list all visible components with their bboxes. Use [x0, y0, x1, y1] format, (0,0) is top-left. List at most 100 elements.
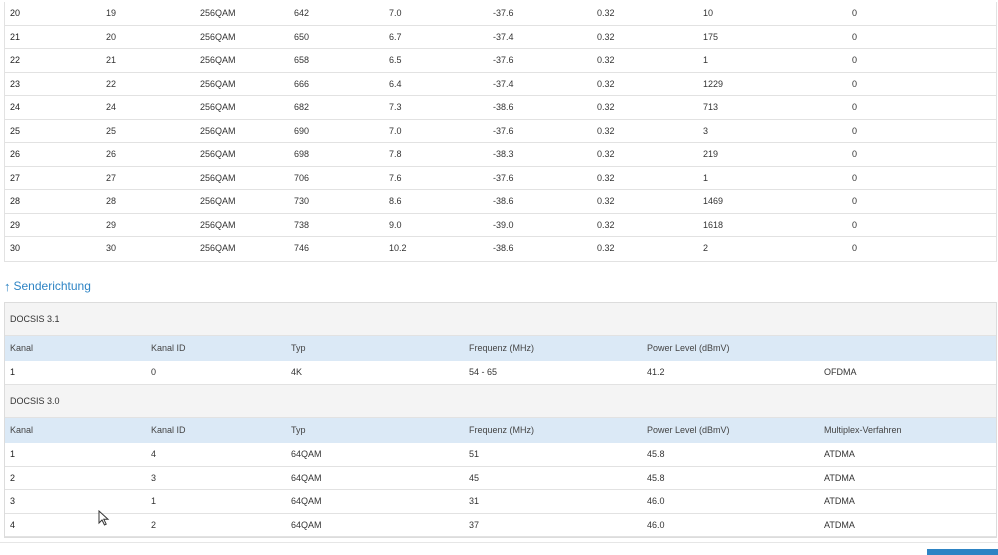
- cell-kanal-id: 22: [106, 78, 117, 89]
- cell-modulation: 256QAM: [200, 102, 236, 112]
- cell-power-level: 45.8: [647, 472, 665, 483]
- cell-rolloff: 0.32: [597, 78, 615, 89]
- cell-corrected-errors: 2: [703, 243, 709, 253]
- docsis-30-group-title: DOCSIS 3.0: [5, 385, 996, 418]
- column-header-typ: Typ: [291, 343, 306, 353]
- cell-kanal-id: 2: [151, 519, 157, 530]
- cell-frequenz: 658: [294, 55, 310, 65]
- cell-kanal: 1: [10, 449, 16, 459]
- cell-snr: 7.3: [389, 102, 402, 112]
- cell-modulation: 256QAM: [200, 78, 236, 89]
- cell-rolloff: 0.32: [597, 31, 615, 42]
- cell-uncorrected-errors: 0: [852, 125, 858, 136]
- cell-snr: 6.7: [389, 31, 402, 42]
- cell-frequenz: 706: [294, 172, 310, 183]
- cell-kanal-id: 29: [106, 219, 117, 230]
- cell-kanal: 2: [10, 472, 16, 483]
- cell-uncorrected-errors: 0: [852, 102, 858, 112]
- table-row: 27 27 256QAM 706 7.6 -37.6 0.32 1 0: [5, 167, 996, 190]
- cell-corrected-errors: 1: [703, 172, 709, 183]
- cell-multiplex: ATDMA: [824, 496, 855, 506]
- cell-kanal: 3: [10, 496, 16, 506]
- cell-rolloff: 0.32: [597, 243, 615, 253]
- arrow-up-icon: ↑: [4, 278, 11, 294]
- cell-frequenz: 51: [469, 449, 480, 459]
- cell-frequenz: 746: [294, 243, 310, 253]
- cell-multiplex: ATDMA: [824, 519, 855, 530]
- cell-kanal: 29: [10, 219, 21, 230]
- cell-frequenz: 45: [469, 472, 480, 483]
- cell-power-level: -37.4: [493, 78, 514, 89]
- cell-multiplex: ATDMA: [824, 449, 855, 459]
- cell-frequenz: 666: [294, 78, 310, 89]
- table-row: 4 2 64QAM 37 46.0 ATDMA: [5, 513, 996, 537]
- cell-kanal-id: 3: [151, 472, 157, 483]
- table-row: 28 28 256QAM 730 8.6 -38.6 0.32 1469 0: [5, 190, 996, 214]
- cell-rolloff: 0.32: [597, 55, 615, 65]
- cell-kanal-id: 21: [106, 55, 117, 65]
- cell-corrected-errors: 10: [703, 8, 714, 18]
- cell-uncorrected-errors: 0: [852, 243, 858, 253]
- table-row: 30 30 256QAM 746 10.2 -38.6 0.32 2 0: [5, 237, 996, 261]
- cell-kanal-id: 4: [151, 449, 157, 459]
- cell-corrected-errors: 175: [703, 31, 719, 42]
- cell-power-level: 41.2: [647, 367, 665, 377]
- cell-rolloff: 0.32: [597, 8, 615, 18]
- upstream-section-label: Senderichtung: [13, 279, 91, 293]
- cell-snr: 7.6: [389, 172, 402, 183]
- cell-kanal-id: 28: [106, 196, 117, 206]
- cell-uncorrected-errors: 0: [852, 172, 858, 183]
- cell-corrected-errors: 713: [703, 102, 719, 112]
- cell-kanal-id: 30: [106, 243, 117, 253]
- downstream-table-body: 20 19 256QAM 642 7.0 -37.6 0.32 10 0 21 20 256QAM 65…: [5, 2, 996, 261]
- cell-modulation: 256QAM: [200, 125, 236, 136]
- cell-frequenz: 37: [469, 519, 480, 530]
- cell-power-level: -37.6: [493, 55, 514, 65]
- cell-rolloff: 0.32: [597, 219, 615, 230]
- cell-frequenz: 642: [294, 8, 310, 18]
- table-row: 20 19 256QAM 642 7.0 -37.6 0.32 10 0: [5, 2, 996, 26]
- cell-corrected-errors: 1618: [703, 219, 724, 230]
- column-header-kanal-id: Kanal ID: [151, 343, 186, 353]
- table-row: 1 0 4K 54 - 65 41.2 OFDMA: [5, 361, 996, 385]
- cell-power-level: 46.0: [647, 519, 665, 530]
- cell-modulation: 256QAM: [200, 8, 236, 18]
- cell-frequenz: 698: [294, 149, 310, 159]
- cell-uncorrected-errors: 0: [852, 31, 858, 42]
- cell-corrected-errors: 1469: [703, 196, 724, 206]
- cell-typ: 64QAM: [291, 472, 322, 483]
- docsis-31-header-row: Kanal Kanal ID Typ Frequenz (MHz) Power …: [5, 336, 996, 361]
- cell-frequenz: 682: [294, 102, 310, 112]
- cell-snr: 7.0: [389, 8, 402, 18]
- cell-corrected-errors: 1: [703, 55, 709, 65]
- upstream-section-link[interactable]: ↑ Senderichtung: [4, 277, 91, 295]
- cell-kanal-id: 26: [106, 149, 117, 159]
- column-header-power-level: Power Level (dBmV): [647, 343, 730, 353]
- action-button[interactable]: [927, 549, 998, 555]
- cell-kanal-id: 19: [106, 8, 117, 18]
- cell-frequenz: 31: [469, 496, 480, 506]
- cell-kanal: 20: [10, 8, 21, 18]
- docsis-31-group-title: DOCSIS 3.1: [5, 303, 996, 336]
- cell-kanal: 25: [10, 125, 21, 136]
- cell-kanal: 23: [10, 78, 21, 89]
- cell-corrected-errors: 1229: [703, 78, 724, 89]
- cell-kanal-id: 24: [106, 102, 117, 112]
- cell-kanal-id: 0: [151, 367, 157, 377]
- cell-power-level: -37.4: [493, 31, 514, 42]
- cell-power-level: -38.3: [493, 149, 514, 159]
- cell-uncorrected-errors: 0: [852, 196, 858, 206]
- column-header-kanal: Kanal: [10, 343, 34, 353]
- table-row: 21 20 256QAM 650 6.7 -37.4 0.32 175 0: [5, 26, 996, 49]
- cell-power-level: -38.6: [493, 102, 514, 112]
- cell-kanal: 28: [10, 196, 21, 206]
- cell-power-level: -37.6: [493, 125, 514, 136]
- cell-modulation: 256QAM: [200, 219, 236, 230]
- cell-snr: 7.8: [389, 149, 402, 159]
- table-row: 25 25 256QAM 690 7.0 -37.6 0.32 3 0: [5, 120, 996, 143]
- cell-kanal-id: 27: [106, 172, 117, 183]
- docsis-30-header-row: Kanal Kanal ID Typ Frequenz (MHz) Power …: [5, 418, 996, 443]
- cell-power-level: -37.6: [493, 8, 514, 18]
- column-header-power-level: Power Level (dBmV): [647, 425, 730, 435]
- cell-uncorrected-errors: 0: [852, 219, 858, 230]
